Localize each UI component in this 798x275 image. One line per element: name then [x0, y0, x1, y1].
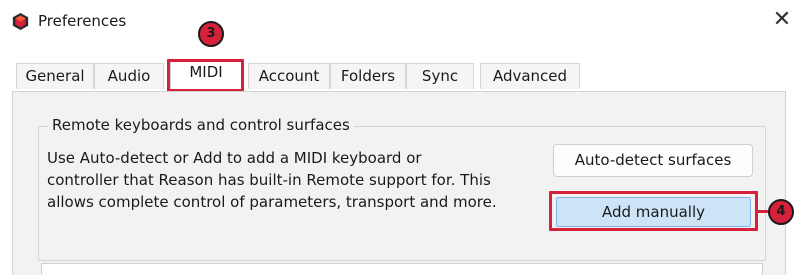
step-badge-3: 3 — [198, 21, 224, 47]
button-highlight-box — [549, 191, 758, 231]
tab-folders[interactable]: Folders — [330, 63, 406, 89]
tab-sync[interactable]: Sync — [406, 63, 474, 89]
step-badge-4: 4 — [768, 199, 794, 225]
close-icon[interactable]: ✕ — [770, 8, 794, 32]
tab-highlight-box — [167, 59, 244, 92]
auto-detect-surfaces-button[interactable]: Auto-detect surfaces — [553, 144, 753, 177]
reason-app-icon — [12, 13, 29, 30]
title-bar: Preferences ✕ — [0, 0, 798, 48]
description-line: allows complete control of parameters, t… — [47, 193, 497, 211]
group-label: Remote keyboards and control surfaces — [48, 116, 354, 134]
window-title: Preferences — [38, 12, 127, 30]
group-description: Use Auto-detect or Add to add a MIDI key… — [47, 147, 547, 213]
tab-general[interactable]: General — [16, 63, 94, 89]
description-line: Use Auto-detect or Add to add a MIDI key… — [47, 149, 422, 167]
tab-advanced[interactable]: Advanced — [480, 63, 580, 89]
tab-audio[interactable]: Audio — [94, 63, 164, 89]
tab-bar: General Audio MIDI Account Folders Sync … — [0, 48, 798, 92]
surfaces-list[interactable] — [41, 263, 763, 275]
tab-account[interactable]: Account — [248, 63, 330, 89]
description-line: controller that Reason has built-in Remo… — [47, 171, 491, 189]
